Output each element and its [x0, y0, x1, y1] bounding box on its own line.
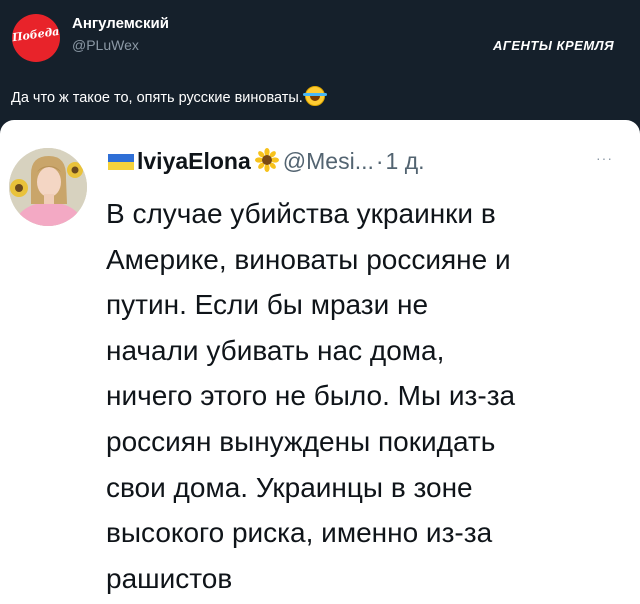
timestamp[interactable]: 1 д. — [386, 148, 425, 174]
avatar[interactable] — [9, 148, 87, 226]
more-icon[interactable]: ··· — [596, 150, 613, 166]
quoted-tweet-header: lviyaElona @Mesi...·1 д. — [108, 148, 425, 178]
laughing-emoji-icon — [302, 86, 327, 106]
quoted-tweet-card[interactable]: lviyaElona @Mesi...·1 д. ··· В случае уб… — [0, 120, 640, 604]
outer-tweet-text-content: Да что ж такое то, опять русские виноват… — [11, 90, 303, 106]
outer-author-handle[interactable]: @PLuWex — [72, 37, 139, 53]
avatar-logo-text: Победа! — [12, 24, 60, 45]
sunflower-icon — [254, 148, 279, 172]
watermark: АГЕНТЫ КРЕМЛЯ — [493, 38, 615, 53]
outer-avatar[interactable]: Победа! — [12, 14, 60, 62]
avatar-photo — [9, 148, 87, 226]
ukraine-flag-icon — [108, 154, 134, 170]
outer-author-name[interactable]: Ангулемский — [72, 15, 169, 32]
quoted-author-handle[interactable]: @Mesi... — [283, 148, 374, 174]
outer-tweet: Победа! Ангулемский @PLuWex АГЕНТЫ КРЕМЛ… — [0, 0, 640, 120]
quoted-author-name[interactable]: lviyaElona — [137, 148, 251, 174]
outer-tweet-text: Да что ж такое то, опять русские виноват… — [11, 86, 327, 106]
separator-dot: · — [375, 148, 384, 174]
quoted-tweet-text: В случае убийства украинки в Америке, ви… — [106, 198, 516, 594]
